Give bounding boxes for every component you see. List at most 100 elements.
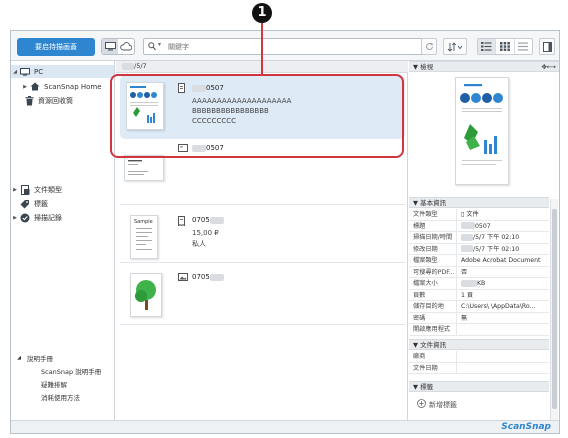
tree-item-pc[interactable]: ◢ PC [11, 65, 114, 78]
tree-label-doc-type: 文件類型 [34, 185, 62, 194]
property-row: 檔案類型 Adobe Acrobat Document [409, 255, 549, 267]
receipt-thumbnail: Sample [130, 215, 158, 259]
collapse-arrow-icon[interactable]: ◢ [11, 69, 19, 75]
tree-item-tags[interactable]: 標籤 [11, 197, 114, 210]
property-row: 密碼無 [409, 312, 549, 324]
basic-info-section-header[interactable]: ▼ 基本資訊 [409, 197, 549, 208]
business-card-icon [178, 144, 188, 154]
tree-label-scansnap-home: ScanSnap Home [44, 82, 102, 91]
collapse-panel-icon[interactable]: ⟷ [547, 62, 556, 72]
file-item[interactable]: 0507 AAAAAAAAAAAAAAAAAAAA BBBBBBBBBBBBBB… [120, 75, 405, 139]
view-toggle[interactable] [101, 38, 135, 55]
preview-section-header[interactable]: ▼ 檢視 ✥ ⟷ [409, 61, 559, 72]
business-card-thumbnail [124, 155, 164, 181]
file-item[interactable]: 0705 [120, 265, 405, 325]
add-tag-button[interactable]: 新增標籤 [417, 399, 457, 410]
file-list-pane: /5/7 0507 AAAAAAAAAAAAAAAAAAAA BBBBBBBBB… [116, 61, 408, 433]
search-options-chevron-icon[interactable]: ▾ [158, 41, 161, 48]
tree-item-scan-history[interactable]: ▶ 掃描記錄 [11, 211, 114, 224]
scansnap-logo: ScanSnap [501, 422, 551, 432]
toolbar: 要启持描画蓋 ▾ [11, 31, 559, 61]
file-name: 0507 [206, 144, 224, 152]
viewer-panel-icon[interactable] [539, 38, 555, 55]
tree-item-scansnap-home[interactable]: ▶ ScanSnap Home [11, 80, 114, 93]
collapse-arrow-icon[interactable]: ◢ [11, 355, 27, 361]
callout-number: 1 [252, 3, 272, 23]
property-row: 文件類型 ▯ 文件 [409, 209, 549, 221]
expand-arrow-icon[interactable]: ▶ [21, 84, 29, 90]
pc-icon [19, 67, 31, 77]
home-icon [29, 82, 41, 92]
file-item[interactable]: 0507 [120, 141, 405, 205]
search-input[interactable] [168, 41, 408, 52]
property-row: 掃描日期/時間/5/7 下午 02:10 [409, 232, 549, 244]
file-item[interactable]: Sample 0705 15,00 ₽ 私人 [120, 207, 405, 263]
property-row: 檔案大小 KB [409, 278, 549, 290]
help-link-consumables[interactable]: 消耗使用方法 [11, 390, 114, 403]
photo-icon [178, 273, 188, 283]
pc-view-icon[interactable] [102, 39, 118, 54]
photo-thumbnail [130, 273, 162, 317]
list-view-icon[interactable] [478, 39, 497, 54]
help-link-manual[interactable]: ScanSnap 說明手冊 [11, 364, 114, 377]
document-type-icon [19, 184, 31, 195]
property-row: 儲存目的地 C:\Users\ \AppData\Ro... [409, 301, 549, 313]
svg-text:Sample: Sample [134, 219, 153, 225]
property-row: 可搜尋的PDF... 否 [409, 266, 549, 278]
cloud-view-icon[interactable] [118, 39, 134, 54]
detail-pane: ▼ 檢視 ✥ ⟷ ▼ 基本資訊 文件類型 ▯ 文件 標題 0507 掃描日期/時間 /… [409, 61, 559, 433]
tree-label-pc: PC [34, 67, 44, 76]
refresh-icon[interactable] [421, 38, 437, 55]
left-navigation-pane: ◢ PC ▶ ScanSnap Home 資源回收筒 ▶ 文件類型 標籤 ▶ 掃… [11, 61, 115, 433]
scan-button[interactable]: 要启持描画蓋 [17, 38, 95, 56]
file-line: 15,00 ₽ [192, 229, 219, 237]
search-box[interactable]: ▾ [143, 38, 423, 55]
tree-label-recycle-bin: 資源回收筒 [38, 96, 73, 105]
property-row: 頁數 1 頁 [409, 289, 549, 301]
tag-icon [19, 199, 31, 209]
thumbnail-view-icon[interactable] [496, 39, 515, 54]
view-mode-switcher[interactable] [477, 38, 533, 55]
detail-view-icon[interactable] [515, 39, 532, 54]
expand-arrow-icon[interactable]: ▶ [11, 215, 19, 221]
document-info-table: 廠商 文件日期 [409, 351, 549, 374]
tree-label-scan-history: 掃描記錄 [34, 213, 62, 222]
check-history-icon [19, 213, 31, 223]
file-name: 0507 [206, 84, 224, 92]
property-row: 修改日期/5/7 下午 02:10 [409, 243, 549, 255]
search-icon [148, 42, 156, 53]
file-line: AAAAAAAAAAAAAAAAAAAA [192, 97, 292, 105]
tree-item-doc-type[interactable]: ▶ 文件類型 [11, 183, 114, 196]
trash-icon [23, 95, 35, 106]
expand-arrow-icon[interactable]: ▶ [11, 187, 19, 193]
help-header[interactable]: ◢ 說明手冊 [11, 351, 114, 364]
plus-circle-icon [417, 399, 426, 410]
help-section: ◢ 說明手冊 ScanSnap 說明手冊 疑難排解 消耗使用方法 [11, 351, 114, 403]
scrollbar-thumb[interactable] [552, 209, 557, 409]
property-row: 開啟應用程式 [409, 324, 549, 336]
path-label: /5/7 [134, 62, 147, 70]
document-thumbnail [126, 82, 164, 130]
help-link-troubleshooting[interactable]: 疑難排解 [11, 377, 114, 390]
property-row: 文件日期 [409, 362, 549, 374]
status-bar: ScanSnap [11, 420, 559, 433]
scansnap-home-window: 要启持描画蓋 ▾ 關鍵字 ◢ PC ▶ ScanSnap Home 資源回收筒 … [10, 30, 560, 434]
property-row: 廠商 [409, 351, 549, 363]
property-table: 文件類型 ▯ 文件 標題 0507 掃描日期/時間/5/7 下午 02:10 修改日… [409, 209, 549, 336]
file-name: 0705 [192, 216, 210, 224]
pdf-file-icon [178, 83, 186, 95]
tree-item-recycle-bin[interactable]: 資源回收筒 [11, 94, 114, 107]
tree-label-tags: 標籤 [34, 199, 48, 208]
sort-icon[interactable] [443, 38, 467, 55]
document-preview [455, 77, 509, 185]
callout-line [261, 23, 263, 75]
receipt-icon [178, 216, 185, 228]
file-line: 私人 [192, 240, 206, 248]
detail-scrollbar[interactable] [550, 199, 558, 433]
file-line: BBBBBBBBBBBBBBBB [192, 107, 269, 115]
file-name: 0705 [192, 273, 210, 281]
tags-section-header[interactable]: ▼ 標籤 [409, 381, 549, 392]
document-info-section-header[interactable]: ▼ 文件資訊 [409, 339, 549, 350]
file-line: CCCCCCCCC [192, 117, 236, 125]
property-row: 標題 0507 [409, 220, 549, 232]
